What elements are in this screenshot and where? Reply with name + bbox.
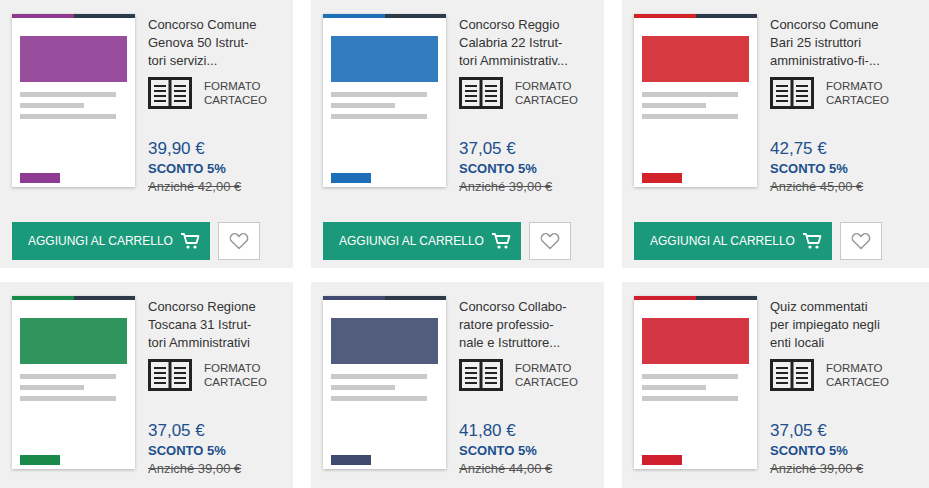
book-cover[interactable] [323,14,446,187]
product-title[interactable]: Quiz commentatiper impiegato neglienti l… [770,298,889,352]
book-icon [459,77,503,109]
product-title[interactable]: Concorso ReggioCalabria 22 Istrut-tori A… [459,16,578,70]
old-price: Anziché 44,00 € [459,460,578,478]
heart-icon [540,232,560,250]
book-cover[interactable] [634,14,757,187]
price: 42,75 € [770,139,889,159]
heart-icon [229,232,249,250]
cart-icon [491,232,511,250]
discount-label: SCONTO 5% [770,160,889,178]
price: 39,90 € [148,139,267,159]
book-icon [770,77,814,109]
discount-label: SCONTO 5% [770,442,889,460]
book-icon [770,359,814,391]
format-label: FORMATOCARTACEO [148,359,267,391]
product-title[interactable]: Concorso ComuneGenova 50 Istrut-tori ser… [148,16,267,70]
discount-label: SCONTO 5% [459,160,578,178]
book-cover[interactable] [634,296,757,469]
price: 37,05 € [770,421,889,441]
old-price: Anziché 39,00 € [459,178,578,196]
old-price: Anziché 39,00 € [770,460,889,478]
product-title[interactable]: Concorso ComuneBari 25 istruttoriamminis… [770,16,889,70]
format-label: FORMATOCARTACEO [459,359,578,391]
book-cover[interactable] [323,296,446,469]
book-icon [459,359,503,391]
discount-label: SCONTO 5% [148,442,267,460]
cart-icon [802,232,822,250]
wishlist-button[interactable] [840,222,882,260]
old-price: Anziché 39,00 € [148,460,267,478]
format-label: FORMATOCARTACEO [770,359,889,391]
price: 37,05 € [148,421,267,441]
book-cover[interactable] [12,296,135,469]
add-to-cart-button[interactable]: AGGIUNGI AL CARRELLO [12,222,210,260]
old-price: Anziché 45,00 € [770,178,889,196]
wishlist-button[interactable] [218,222,260,260]
cart-icon [180,232,200,250]
product-card: Quiz commentatiper impiegato neglienti l… [622,282,929,488]
book-icon [148,359,192,391]
product-title[interactable]: Concorso RegioneToscana 31 Istrut-tori A… [148,298,267,352]
heart-icon [851,232,871,250]
old-price: Anziché 42,00 € [148,178,267,196]
discount-label: SCONTO 5% [459,442,578,460]
price: 41,80 € [459,421,578,441]
book-cover[interactable] [12,14,135,187]
product-card: Concorso RegioneToscana 31 Istrut-tori A… [0,282,293,488]
format-label: FORMATOCARTACEO [459,77,578,109]
add-to-cart-button[interactable]: AGGIUNGI AL CARRELLO [634,222,832,260]
format-label: FORMATOCARTACEO [770,77,889,109]
format-label: FORMATOCARTACEO [148,77,267,109]
book-icon [148,77,192,109]
product-card: Concorso ReggioCalabria 22 Istrut-tori A… [311,0,604,268]
price: 37,05 € [459,139,578,159]
add-to-cart-button[interactable]: AGGIUNGI AL CARRELLO [323,222,521,260]
discount-label: SCONTO 5% [148,160,267,178]
product-grid: Concorso ComuneGenova 50 Istrut-tori ser… [0,0,929,488]
wishlist-button[interactable] [529,222,571,260]
product-card: Concorso Collabo-ratore professio-nale e… [311,282,604,488]
product-title[interactable]: Concorso Collabo-ratore professio-nale e… [459,298,578,352]
product-card: Concorso ComuneGenova 50 Istrut-tori ser… [0,0,293,268]
product-card: Concorso ComuneBari 25 istruttoriamminis… [622,0,929,268]
